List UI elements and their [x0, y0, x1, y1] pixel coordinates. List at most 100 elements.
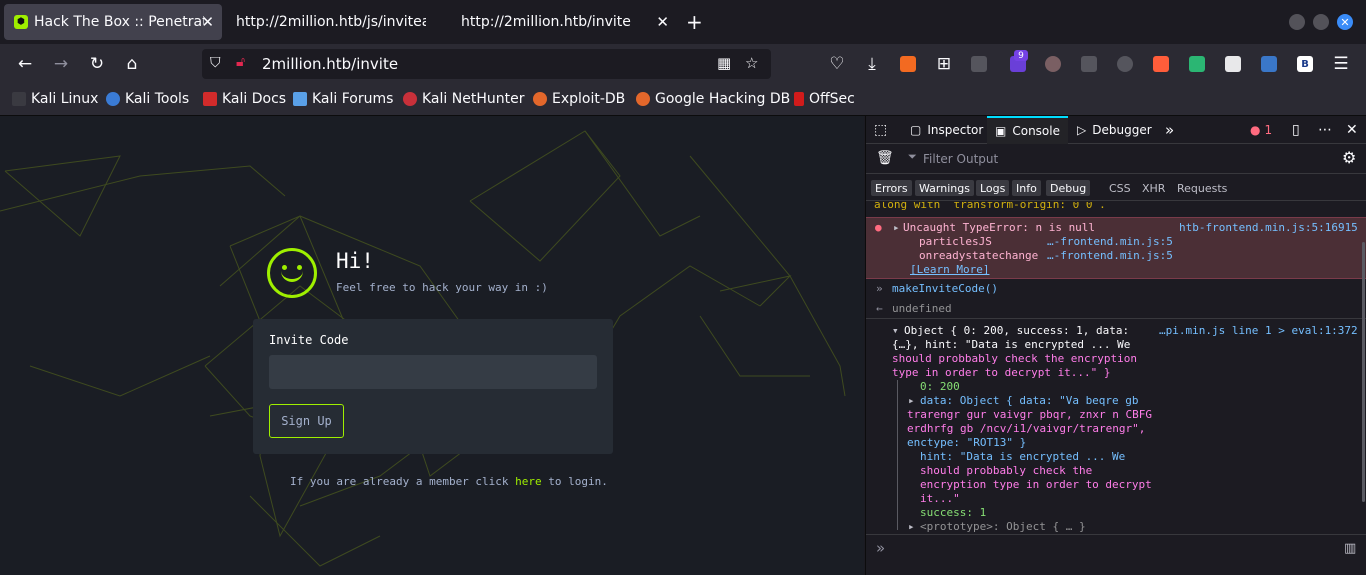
stack-frame-src[interactable]: …-frontend.min.js:5 — [1047, 249, 1173, 263]
url-text[interactable]: 2million.htb/invite — [262, 55, 398, 73]
property-prototype[interactable]: <prototype>: Object { … } — [920, 520, 1086, 534]
menu-icon[interactable]: ☰ — [1331, 54, 1351, 74]
screenshot-extension-icon[interactable] — [1225, 56, 1241, 72]
filter-info[interactable]: Info — [1012, 180, 1041, 196]
bookmark-google-hacking-db[interactable]: Google Hacking DB — [636, 91, 790, 107]
filter-output-input[interactable]: Filter Output — [923, 152, 998, 166]
learn-more-link[interactable]: [Learn More] — [910, 263, 989, 277]
insecure-lock-icon[interactable]: 🔓︎ — [236, 54, 245, 70]
link-extension-icon[interactable] — [1261, 56, 1277, 72]
login-here-link[interactable]: here — [515, 475, 542, 488]
filter-css[interactable]: CSS — [1105, 180, 1135, 196]
ghdb-icon — [636, 92, 650, 106]
new-tab-button[interactable]: + — [686, 10, 703, 34]
address-bar[interactable]: ⛉ 🔓︎ 2million.htb/invite ▦ ☆ — [202, 49, 771, 79]
trash-icon[interactable]: 🗑︎ — [876, 150, 894, 166]
tracking-shield-icon[interactable]: ⛉ — [210, 55, 221, 71]
bookmark-kali-nethunter[interactable]: Kali NetHunter — [403, 91, 524, 107]
dock-layout-icon[interactable]: ▯ — [1292, 116, 1300, 144]
console-input-area[interactable]: » ▥ — [866, 534, 1366, 575]
foxyproxy-extension-icon[interactable] — [900, 56, 916, 72]
kali-dragon-icon — [12, 92, 26, 106]
bookmark-offsec[interactable]: OffSec — [794, 91, 855, 107]
hat-extension-icon[interactable] — [971, 56, 987, 72]
reload-icon[interactable]: ↻ — [87, 54, 107, 74]
downloads-icon[interactable]: ⤓ — [862, 54, 882, 74]
close-window-button[interactable]: ✕ — [1337, 14, 1353, 30]
result-undefined: undefined — [892, 302, 952, 315]
back-icon[interactable]: ← — [15, 54, 35, 74]
console-scrollbar[interactable] — [1362, 242, 1365, 502]
object-summary-line[interactable]: Object { 0: 200, success: 1, data: — [904, 324, 1129, 338]
console-settings-gear-icon[interactable]: ⚙ — [1342, 148, 1356, 167]
bookmark-kali-forums[interactable]: Kali Forums — [293, 91, 393, 107]
bookmark-kali-tools[interactable]: Kali Tools — [106, 91, 189, 107]
extension-badge: 9 — [1014, 50, 1028, 61]
tab-hackthebox[interactable]: ⬢ Hack The Box :: Penetration Testing La… — [4, 4, 222, 40]
pocket-icon[interactable]: ♡ — [827, 54, 847, 74]
editor-mode-icon[interactable]: ▥ — [1344, 541, 1356, 556]
tab-inspector[interactable]: ▢ Inspector — [902, 116, 991, 144]
filter-funnel-icon: ⏷ — [908, 150, 917, 163]
expand-triangle-icon[interactable]: ▸ — [908, 520, 915, 534]
error-source-link[interactable]: htb-frontend.min.js:5:16915 — [1179, 221, 1358, 235]
filter-warnings[interactable]: Warnings — [915, 180, 974, 196]
divider — [866, 318, 1366, 319]
filter-requests[interactable]: Requests — [1173, 180, 1231, 196]
expand-triangle-icon[interactable]: ▸ — [893, 221, 900, 235]
expand-triangle-icon[interactable]: ▾ — [892, 324, 899, 338]
filter-xhr[interactable]: XHR — [1138, 180, 1169, 196]
property-data-value: trarengr gur vaivgr pbqr, znxr n CBFG — [907, 408, 1153, 421]
mail-extension-icon[interactable] — [1189, 56, 1205, 72]
object-source-link[interactable]: …pi.min.js line 1 > eval:1:372 — [1159, 324, 1358, 338]
gf-extension-icon[interactable] — [1081, 56, 1097, 72]
tab-inviteapi[interactable]: http://2million.htb/js/inviteapi.min.js — [226, 4, 448, 40]
bookmark-kali-linux[interactable]: Kali Linux — [12, 91, 98, 107]
minimize-button[interactable] — [1289, 14, 1305, 30]
tab-debugger[interactable]: ▷ Debugger — [1069, 116, 1160, 144]
more-options-icon[interactable]: ⋯ — [1318, 116, 1332, 144]
tab-title: http://2million.htb/invite — [461, 14, 631, 30]
nethunter-icon — [403, 92, 417, 106]
close-devtools-icon[interactable]: ✕ — [1346, 116, 1358, 144]
bookmark-label: Kali Docs — [222, 91, 287, 107]
forward-icon[interactable]: → — [51, 54, 71, 74]
b-extension-icon[interactable]: B — [1297, 56, 1313, 72]
filter-logs[interactable]: Logs — [976, 180, 1010, 196]
property-data[interactable]: data: Object { data: "Va beqre gb — [920, 394, 1139, 408]
close-tab-icon[interactable]: ✕ — [201, 13, 214, 31]
cookie-extension-icon[interactable] — [1045, 56, 1061, 72]
stack-frame-src[interactable]: …-frontend.min.js:5 — [1047, 235, 1173, 249]
bookmarks-toolbar: Kali Linux Kali Tools Kali Docs Kali For… — [0, 84, 1366, 116]
element-picker-icon[interactable]: ⬚ — [874, 116, 887, 144]
qr-code-icon[interactable]: ▦ — [717, 54, 731, 72]
bookmark-label: OffSec — [809, 91, 855, 107]
close-tab-icon[interactable]: ✕ — [656, 13, 669, 31]
property-0: 0: 200 — [920, 380, 960, 393]
log-level-filters: Errors Warnings Logs Info Debug CSS XHR … — [866, 175, 1366, 201]
maximize-button[interactable] — [1313, 14, 1329, 30]
more-tabs-chevron-icon[interactable]: » — [1165, 116, 1174, 144]
tab-invite[interactable]: http://2million.htb/invite ✕ — [451, 4, 677, 40]
bookmark-label: Kali Forums — [312, 91, 394, 107]
property-hint-value: should probbably check the — [920, 464, 1093, 477]
error-text: Uncaught TypeError: n is null — [903, 221, 1096, 234]
cookie-editor-icon[interactable] — [1117, 56, 1133, 72]
error-count-badge[interactable]: ● 1 — [1250, 116, 1272, 144]
home-icon[interactable]: ⌂ — [122, 54, 142, 74]
filter-debug[interactable]: Debug — [1046, 180, 1091, 196]
extensions-grid-icon[interactable]: ⊞ — [934, 54, 954, 74]
warning-tail-line: along with `transform-origin: 0 0`. — [874, 202, 1106, 211]
expand-triangle-icon[interactable]: ▸ — [908, 394, 915, 408]
invite-code-input[interactable] — [269, 355, 597, 389]
sign-up-button[interactable]: Sign Up — [269, 404, 344, 438]
devtools-panel: ⬚ ▢ Inspector ▣ Console ▷ Debugger » ● 1 ▯ ⋯… — [865, 116, 1366, 575]
tab-console[interactable]: ▣ Console — [987, 116, 1068, 144]
filter-errors[interactable]: Errors — [871, 180, 912, 196]
bookmark-kali-docs[interactable]: Kali Docs — [203, 91, 286, 107]
browser-window: ⬢ Hack The Box :: Penetration Testing La… — [0, 0, 1366, 575]
bookmark-exploit-db[interactable]: Exploit-DB — [533, 91, 625, 107]
offsec-icon — [794, 92, 804, 106]
hackbar-extension-icon[interactable] — [1153, 56, 1169, 72]
bookmark-star-icon[interactable]: ☆ — [745, 54, 758, 72]
